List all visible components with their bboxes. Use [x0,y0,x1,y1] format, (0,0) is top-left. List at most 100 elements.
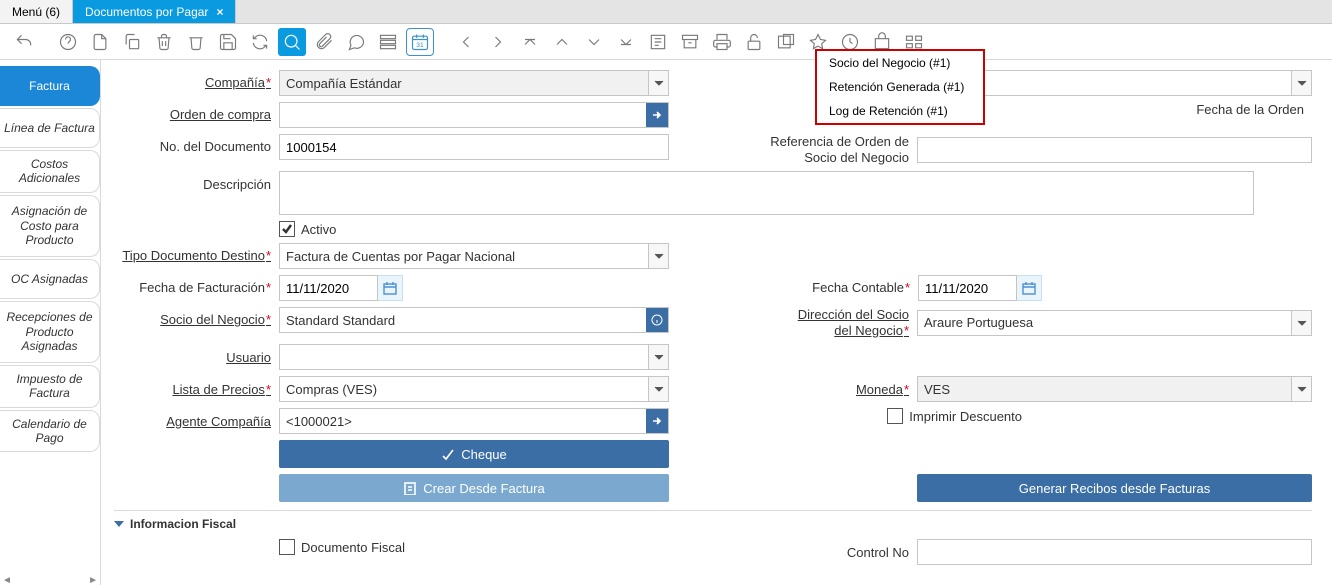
toolbar: 31 Socio del Negocio (#1) Retención Gene… [0,24,1332,60]
field-usuario[interactable] [279,344,669,370]
checkbox-imprimir[interactable]: Imprimir Descuento [887,408,1022,424]
sidebar-scroll[interactable]: ◄► [0,575,100,585]
delete-icon[interactable] [150,28,178,56]
sidebar: Factura Línea de Factura Costos Adiciona… [0,60,100,585]
dropdown-menu: Socio del Negocio (#1) Retención Generad… [815,49,985,125]
sidebar-item-factura[interactable]: Factura [0,66,100,106]
field-fecha-fact[interactable] [279,275,378,301]
nav-next-icon[interactable] [580,28,608,56]
field-tipo-doc[interactable]: Factura de Cuentas por Pagar Nacional [279,243,669,269]
nav-next-parent-icon[interactable] [484,28,512,56]
field-no-doc[interactable] [279,134,669,160]
nav-last-icon[interactable] [612,28,640,56]
chevron-down-icon[interactable] [648,345,668,369]
chat-icon[interactable] [342,28,370,56]
collapse-icon [114,521,124,527]
close-icon[interactable]: × [216,5,223,19]
svg-text:31: 31 [416,42,424,49]
label-agente: Agente Compañía [114,414,279,430]
form: Compañía* Compañía Estándar Organización… [104,60,1332,585]
generar-button[interactable]: Generar Recibos desde Facturas [917,474,1312,502]
attachment-icon[interactable] [310,28,338,56]
new-icon[interactable] [86,28,114,56]
checkbox-doc-fiscal[interactable]: Documento Fiscal [279,539,405,555]
field-descripcion[interactable] [279,171,1254,215]
tab-documentos[interactable]: Documentos por Pagar × [73,0,236,23]
lock-icon[interactable] [740,28,768,56]
chevron-down-icon[interactable] [648,244,668,268]
label-dir-socio: Dirección del Socio del Negocio* [787,307,917,338]
label-tipo-doc: Tipo Documento Destino* [114,248,279,264]
tab-menu[interactable]: Menú (6) [0,0,73,23]
field-orden[interactable] [279,102,669,128]
sidebar-item-recepciones[interactable]: Recepciones de Producto Asignadas [0,301,100,363]
field-control-no[interactable] [917,539,1312,565]
label-no-doc: No. del Documento [114,139,279,155]
chevron-down-icon[interactable] [648,71,668,95]
sidebar-item-linea[interactable]: Línea de Factura [0,108,100,148]
toggle-icon[interactable] [374,28,402,56]
main: Factura Línea de Factura Costos Adiciona… [0,60,1332,585]
save-icon[interactable] [214,28,242,56]
calendar-picker-icon[interactable] [1016,275,1042,301]
label-socio: Socio del Negocio* [114,312,279,328]
label-compania: Compañía* [114,75,279,91]
sidebar-item-impuesto[interactable]: Impuesto de Factura [0,365,100,408]
info-icon[interactable] [646,308,668,332]
app-tabs: Menú (6) Documentos por Pagar × [0,0,1332,24]
copy-icon[interactable] [118,28,146,56]
sidebar-item-calendario[interactable]: Calendario de Pago [0,410,100,453]
label-fecha-cont: Fecha Contable* [788,280,918,296]
label-lista: Lista de Precios* [114,382,279,398]
cheque-button[interactable]: Cheque [279,440,669,468]
field-compania[interactable]: Compañía Estándar [279,70,669,96]
chevron-down-icon[interactable] [1291,311,1311,335]
calendar-icon[interactable]: 31 [406,28,434,56]
field-dir-socio[interactable]: Araure Portuguesa [917,310,1312,336]
menu-item-socio[interactable]: Socio del Negocio (#1) [817,51,983,75]
menu-item-log[interactable]: Log de Retención (#1) [817,99,983,123]
goto-icon[interactable] [646,409,668,433]
zoom-icon[interactable] [772,28,800,56]
label-moneda: Moneda* [787,382,917,398]
chevron-down-icon[interactable] [1291,377,1311,401]
label-control-no: Control No [787,545,917,561]
field-moneda[interactable]: VES [917,376,1312,402]
report-icon[interactable] [644,28,672,56]
nav-prev-parent-icon[interactable] [452,28,480,56]
print-icon[interactable] [708,28,736,56]
label-fecha-fact: Fecha de Facturación* [114,280,279,296]
nav-prev-icon[interactable] [548,28,576,56]
chevron-down-icon[interactable] [648,377,668,401]
label-fecha-orden: Fecha de la Orden [1182,102,1312,118]
field-fecha-cont[interactable] [918,275,1017,301]
sidebar-item-asignacion[interactable]: Asignación de Costo para Producto [0,195,100,257]
crear-button[interactable]: Crear Desde Factura [279,474,669,502]
field-ref-orden[interactable] [917,137,1312,163]
sidebar-item-costos[interactable]: Costos Adicionales [0,150,100,193]
refresh-icon[interactable] [246,28,274,56]
label-usuario: Usuario [114,350,279,366]
goto-icon[interactable] [646,103,668,127]
calendar-picker-icon[interactable] [377,275,403,301]
checkbox-icon [279,539,295,555]
check-icon [279,221,295,237]
archive-icon[interactable] [676,28,704,56]
undo-icon[interactable] [10,28,38,56]
sidebar-item-oc[interactable]: OC Asignadas [0,259,100,299]
field-socio[interactable]: Standard Standard [279,307,669,333]
section-info-fiscal[interactable]: Informacion Fiscal [114,510,1312,531]
field-agente[interactable]: <1000021> [279,408,669,434]
label-descripcion: Descripción [114,171,279,193]
field-lista[interactable]: Compras (VES) [279,376,669,402]
checkbox-activo[interactable]: Activo [279,221,336,237]
delete-selected-icon[interactable] [182,28,210,56]
label-ref-orden: Referencia de Orden de Socio del Negocio [747,134,917,165]
menu-item-retencion[interactable]: Retención Generada (#1) [817,75,983,99]
checkbox-icon [887,408,903,424]
find-icon[interactable] [278,28,306,56]
help-icon[interactable] [54,28,82,56]
nav-first-icon[interactable] [516,28,544,56]
chevron-down-icon[interactable] [1291,71,1311,95]
label-orden: Orden de compra [114,107,279,123]
